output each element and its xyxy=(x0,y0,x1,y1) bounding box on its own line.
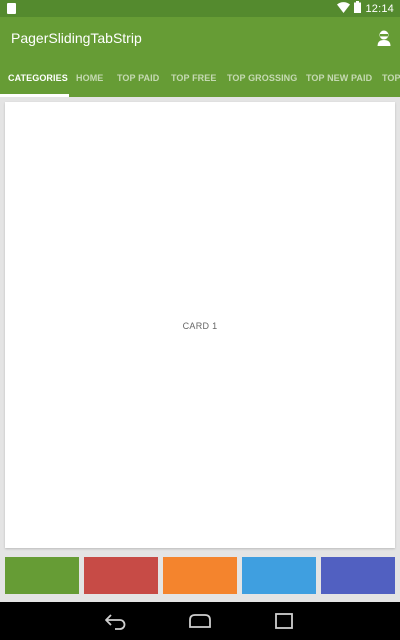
contact-icon[interactable] xyxy=(376,29,392,47)
status-bar: 12:14 xyxy=(0,0,400,17)
tab-top-grossing[interactable]: TOP GROSSING xyxy=(227,60,297,97)
recents-icon[interactable] xyxy=(273,611,297,631)
page-title: PagerSlidingTabStrip xyxy=(11,30,142,46)
tab-indicator xyxy=(0,94,69,97)
wifi-icon xyxy=(337,0,351,18)
color-swatch-indigo[interactable] xyxy=(321,557,395,594)
home-icon[interactable] xyxy=(188,611,212,631)
color-swatch-red[interactable] xyxy=(84,557,158,594)
sim-icon xyxy=(7,3,16,14)
tab-categories[interactable]: CATEGORIES xyxy=(8,60,68,97)
color-swatch-blue[interactable] xyxy=(242,557,316,594)
system-nav-bar xyxy=(0,602,400,640)
tab-top-paid[interactable]: TOP PAID xyxy=(117,60,159,97)
tab-top-overflow[interactable]: TOP xyxy=(382,60,400,97)
color-swatch-orange[interactable] xyxy=(163,557,237,594)
tab-home[interactable]: HOME xyxy=(76,60,103,97)
card-label: CARD 1 xyxy=(182,321,218,331)
color-swatch-green[interactable] xyxy=(5,557,79,594)
app-toolbar: PagerSlidingTabStrip xyxy=(0,17,400,60)
back-icon[interactable] xyxy=(103,611,127,631)
tab-top-new-paid[interactable]: TOP NEW PAID xyxy=(306,60,372,97)
card-page[interactable]: CARD 1 xyxy=(5,102,395,548)
status-time: 12:14 xyxy=(365,2,394,15)
tab-top-free[interactable]: TOP FREE xyxy=(171,60,216,97)
tab-strip: CATEGORIES HOME TOP PAID TOP FREE TOP GR… xyxy=(0,60,400,97)
battery-icon xyxy=(354,0,362,18)
status-icons: 12:14 xyxy=(337,0,394,17)
